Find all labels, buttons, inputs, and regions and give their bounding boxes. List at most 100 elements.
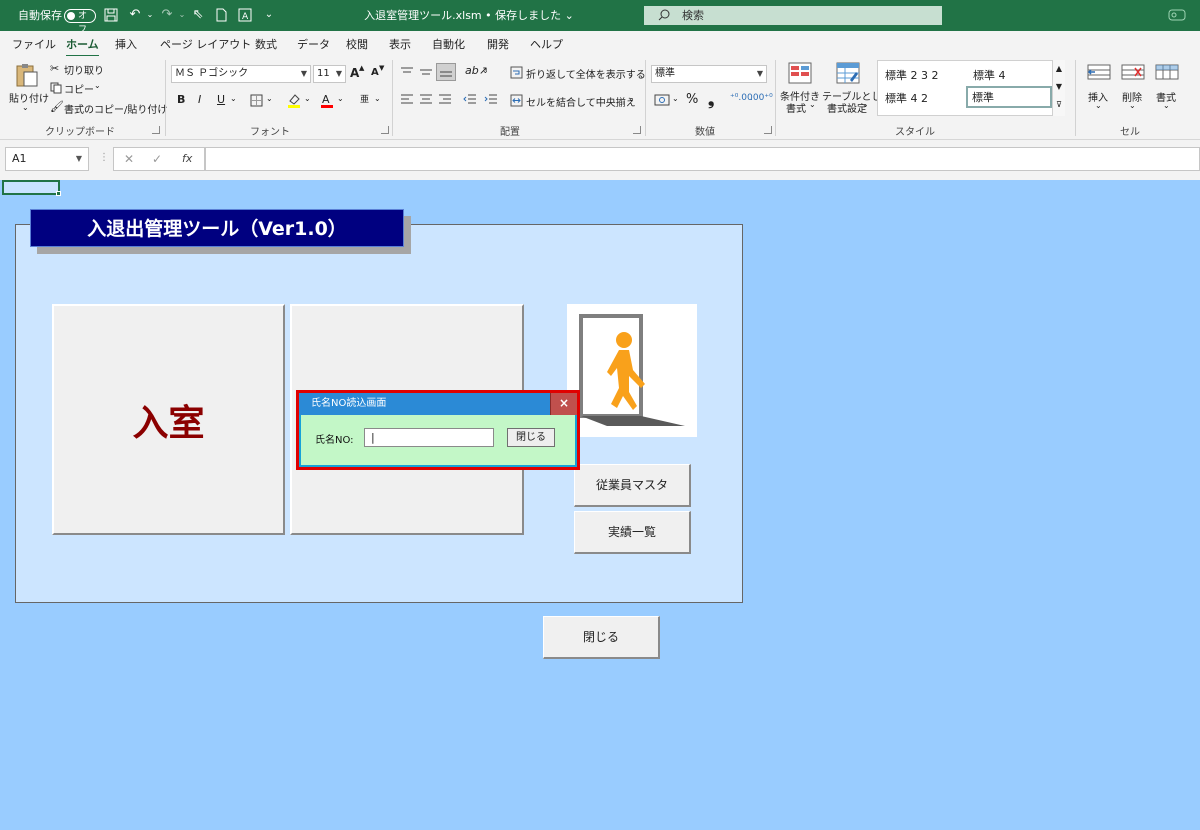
- align-middle-icon[interactable]: [419, 66, 433, 78]
- conditional-formatting-icon[interactable]: [788, 62, 812, 84]
- border-dropdown-icon[interactable]: ⌄: [266, 94, 273, 103]
- tab-developer[interactable]: 開発: [487, 36, 509, 52]
- wrap-text-icon[interactable]: [510, 66, 523, 79]
- tab-data[interactable]: データ: [297, 36, 330, 52]
- tab-page-layout[interactable]: ページ レイアウト: [160, 36, 251, 52]
- fill-color-dropdown-icon[interactable]: ⌄: [304, 94, 311, 103]
- active-cell-a1[interactable]: [2, 180, 60, 195]
- records-list-button[interactable]: 実績一覧: [574, 511, 691, 554]
- redo-dropdown-icon[interactable]: ⌄: [175, 8, 189, 22]
- underline-button[interactable]: U: [217, 93, 225, 106]
- format-dropdown-icon[interactable]: ⌄: [1163, 101, 1170, 110]
- number-launcher-icon[interactable]: [764, 126, 772, 134]
- format-painter-icon[interactable]: 🖌: [50, 100, 64, 113]
- wrap-text-button[interactable]: 折り返して全体を表示する: [526, 66, 646, 81]
- format-as-table-line2[interactable]: 書式設定: [827, 100, 867, 115]
- paste-dropdown-icon[interactable]: ⌄: [22, 103, 29, 112]
- close-icon[interactable]: ×: [550, 393, 577, 415]
- paste-button[interactable]: 貼り付け: [9, 90, 49, 105]
- undo-icon[interactable]: ↶: [128, 8, 142, 22]
- tab-home[interactable]: ホーム: [66, 36, 99, 57]
- insert-dropdown-icon[interactable]: ⌄: [1095, 101, 1102, 110]
- phonetic-dropdown-icon[interactable]: ⌄: [374, 94, 381, 103]
- text-box-icon[interactable]: A: [238, 8, 252, 22]
- border-icon[interactable]: [250, 94, 263, 107]
- comma-button[interactable]: ❟: [708, 90, 714, 110]
- shrink-font-button[interactable]: A: [371, 67, 379, 78]
- format-cells-icon[interactable]: [1155, 62, 1179, 82]
- copy-icon[interactable]: [50, 82, 62, 94]
- align-left-icon[interactable]: [400, 94, 414, 106]
- font-color-icon[interactable]: A: [320, 92, 334, 108]
- fill-color-icon[interactable]: [287, 92, 301, 108]
- delete-cells-icon[interactable]: [1121, 62, 1145, 82]
- tab-view[interactable]: 表示: [389, 36, 411, 52]
- font-color-dropdown-icon[interactable]: ⌄: [337, 94, 344, 103]
- conditional-formatting-line2[interactable]: 書式: [786, 100, 806, 115]
- tab-file[interactable]: ファイル: [12, 36, 56, 52]
- enter-icon[interactable]: ✓: [152, 152, 162, 166]
- document-icon[interactable]: [214, 8, 228, 22]
- italic-button[interactable]: I: [198, 93, 201, 106]
- percent-button[interactable]: %: [686, 92, 698, 107]
- enter-room-button[interactable]: 入室: [52, 304, 285, 535]
- tab-review[interactable]: 校閲: [346, 36, 368, 52]
- close-sheet-button[interactable]: 閉じる: [543, 616, 660, 659]
- style-item[interactable]: 標準 4: [973, 67, 1006, 83]
- merge-center-icon[interactable]: [510, 94, 523, 107]
- phonetic-icon[interactable]: 亜: [360, 92, 369, 105]
- align-bottom-button[interactable]: [436, 63, 456, 81]
- font-launcher-icon[interactable]: [381, 126, 389, 134]
- merge-dropdown-icon[interactable]: ⌄: [628, 94, 635, 103]
- insert-function-icon[interactable]: fx: [182, 152, 192, 165]
- customize-qat-icon[interactable]: ⌄: [262, 8, 276, 22]
- paste-icon[interactable]: [14, 62, 40, 88]
- tab-formulas[interactable]: 数式: [255, 36, 277, 52]
- number-format-select[interactable]: 標準 ▼: [651, 65, 767, 83]
- search-input[interactable]: 検索: [644, 6, 942, 25]
- cancel-icon[interactable]: ✕: [124, 152, 134, 166]
- redo-icon[interactable]: ↷: [160, 8, 174, 22]
- clipboard-launcher-icon[interactable]: [152, 126, 160, 134]
- bold-button[interactable]: B: [177, 93, 185, 106]
- underline-dropdown-icon[interactable]: ⌄: [230, 94, 237, 103]
- decrease-indent-icon[interactable]: [463, 94, 477, 106]
- scroll-down-icon[interactable]: ▼: [1053, 78, 1065, 96]
- conditional-dropdown-icon[interactable]: ⌄: [809, 100, 816, 109]
- align-top-icon[interactable]: [400, 66, 414, 78]
- tab-insert[interactable]: 挿入: [115, 36, 137, 52]
- currency-icon[interactable]: [654, 94, 670, 106]
- cut-icon[interactable]: ✂: [50, 62, 59, 75]
- employee-master-button[interactable]: 従業員マスタ: [574, 464, 691, 507]
- format-as-table-icon[interactable]: [836, 62, 860, 84]
- autosave-toggle[interactable]: オフ: [64, 9, 96, 35]
- font-name-select[interactable]: ＭＳ Ｐゴシック ▼: [171, 65, 311, 83]
- save-icon[interactable]: [104, 8, 118, 22]
- alignment-launcher-icon[interactable]: [633, 126, 641, 134]
- cut-button[interactable]: 切り取り: [64, 62, 104, 77]
- format-painter-button[interactable]: 書式のコピー/貼り付け: [64, 101, 167, 116]
- tab-help[interactable]: ヘルプ: [530, 36, 563, 52]
- align-right-icon[interactable]: [438, 94, 452, 106]
- worksheet[interactable]: 入退出管理ツール（Ver1.0） 入室 従業員マスタ 実績一覧 閉じる: [0, 180, 1200, 830]
- copy-dropdown-icon[interactable]: ⌄: [94, 81, 101, 90]
- select-pointer-icon[interactable]: ⇖: [191, 8, 205, 22]
- undo-dropdown-icon[interactable]: ⌄: [143, 8, 157, 22]
- tab-automate[interactable]: 自動化: [432, 36, 465, 52]
- format-as-table-dropdown-icon[interactable]: ⌄: [862, 100, 869, 109]
- scroll-up-icon[interactable]: ▲: [1053, 60, 1065, 78]
- merge-center-button[interactable]: セルを結合して中央揃え: [526, 94, 636, 109]
- style-item[interactable]: 標準 2 3 2: [885, 67, 939, 83]
- grow-font-button[interactable]: A: [350, 66, 359, 80]
- ribbon-display-icon[interactable]: [1166, 6, 1188, 24]
- decrease-decimal-icon[interactable]: .00⁺⁰: [750, 93, 773, 103]
- orientation-dropdown-icon[interactable]: ⌄: [482, 66, 489, 75]
- font-size-select[interactable]: 11 ▼: [313, 65, 346, 83]
- copy-button[interactable]: コピー: [64, 81, 94, 96]
- insert-cells-icon[interactable]: [1087, 62, 1111, 82]
- align-center-icon[interactable]: [419, 94, 433, 106]
- fill-handle[interactable]: [56, 191, 61, 196]
- more-styles-icon[interactable]: ⊽: [1053, 96, 1065, 114]
- delete-dropdown-icon[interactable]: ⌄: [1129, 101, 1136, 110]
- style-item-selected[interactable]: 標準: [966, 86, 1052, 108]
